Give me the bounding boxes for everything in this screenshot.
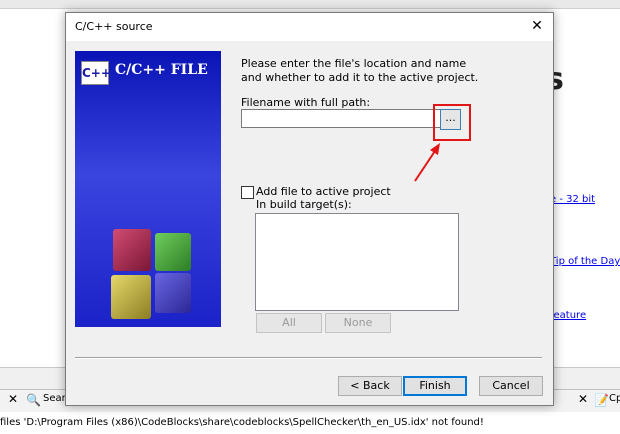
dialog-title: C/C++ source [75,20,153,33]
add-to-project-checkbox[interactable] [241,186,254,199]
annotation-arrow-icon [414,143,440,182]
select-none-button[interactable]: None [325,313,391,333]
background-top-bar [0,0,620,9]
finish-button[interactable]: Finish [403,376,467,396]
cancel-button[interactable]: Cancel [479,376,543,396]
banner-title: C/C++ FILE [115,62,208,78]
search-icon: 🔍 [26,393,41,407]
background-link-feature[interactable]: feature [550,310,586,321]
build-target-label: In build target(s): [256,198,352,211]
build-target-list[interactable] [255,213,459,311]
background-link-release[interactable]: e - 32 bit [550,194,595,205]
dialog-separator [75,357,542,359]
dialog-titlebar[interactable]: C/C++ source ✕ [66,13,553,41]
cpp-logo-icon: C++ [81,61,111,85]
document-icon: 📝 [594,393,609,407]
highlight-box [433,104,471,141]
background-link-tip[interactable]: Tip of the Day [550,256,620,267]
filename-label: Filename with full path: [241,96,371,109]
back-button[interactable]: < Back [338,376,402,396]
close-tab-icon[interactable]: ✕ [8,392,18,406]
tab-search-results[interactable]: Sear [43,393,66,404]
status-bar: files 'D:\Program Files (x86)\CodeBlocks… [0,412,620,434]
wizard-banner: C++ C/C++ FILE [75,51,221,327]
add-to-project-label: Add file to active project [256,185,391,198]
status-text: files 'D:\Program Files (x86)\CodeBlocks… [0,417,484,428]
select-all-button[interactable]: All [256,313,322,333]
filename-input[interactable] [241,109,441,128]
tab-cppcheck[interactable]: Cp [609,393,620,404]
new-file-dialog: C/C++ source ✕ C++ C/C++ FILE Please ent… [65,12,554,406]
close-tab-icon[interactable]: ✕ [578,392,588,406]
close-icon[interactable]: ✕ [527,16,547,36]
intro-text: Please enter the file's location and nam… [241,57,479,84]
